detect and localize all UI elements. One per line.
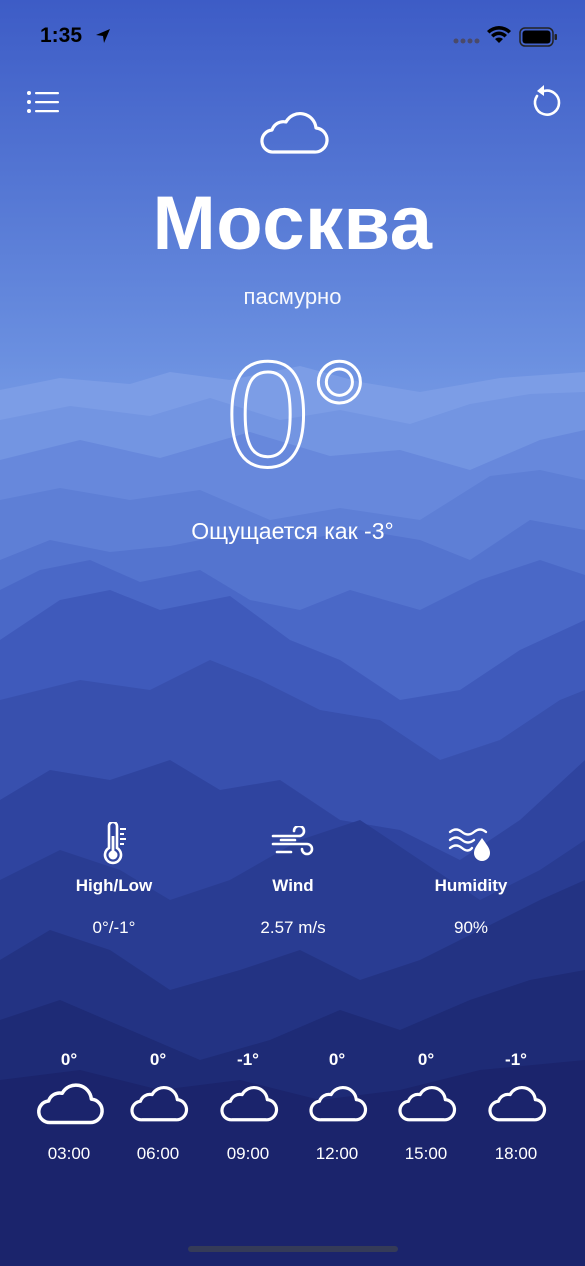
stat-label: High/Low — [75, 876, 153, 895]
wifi-icon — [487, 26, 511, 43]
location-arrow-icon — [96, 29, 110, 43]
weather-stats: High/Low 0°/-1° Wind 2.57 m/s Humidity 9… — [0, 820, 585, 950]
status-time: 1:35 — [40, 24, 83, 47]
stat-wind: Wind 2.57 m/s — [213, 820, 373, 938]
stat-high-low: High/Low 0°/-1° — [34, 820, 194, 938]
status-bar: 1:35 — [0, 0, 585, 74]
cloud-icon — [37, 1083, 104, 1125]
cloud-icon — [488, 1085, 547, 1122]
stat-label: Humidity — [434, 876, 508, 895]
forecast-item: 0° 15:00 — [381, 1050, 471, 1164]
cloud-icon — [260, 112, 329, 154]
home-indicator[interactable] — [188, 1246, 398, 1252]
feels-like: Ощущается как -3° — [191, 518, 394, 544]
hourly-forecast: 0° 03:00 0° 06:00 -1° 09:00 0° 12:00 0° … — [0, 1050, 585, 1170]
humidity-icon — [448, 828, 490, 861]
forecast-item: -1° 09:00 — [203, 1050, 293, 1164]
thermometer-icon — [103, 822, 126, 865]
battery-icon — [519, 27, 557, 47]
list-menu-icon — [27, 91, 59, 113]
forecast-temp: 0° — [417, 1050, 435, 1069]
forecast-time: 03:00 — [47, 1144, 91, 1163]
current-temperature: 0° 0° — [226, 356, 366, 476]
cellular-signal-icon — [453, 38, 480, 44]
temperature-outline-text: 0° — [226, 356, 366, 476]
cloud-icon — [309, 1085, 368, 1122]
stat-label: Wind — [272, 876, 314, 895]
forecast-time: 06:00 — [136, 1144, 180, 1163]
forecast-time: 09:00 — [226, 1144, 270, 1163]
stat-value: 90% — [453, 918, 489, 937]
forecast-item: 0° 12:00 — [292, 1050, 382, 1164]
stat-value: 0°/-1° — [92, 918, 136, 937]
forecast-temp: -1° — [505, 1050, 527, 1069]
cloud-icon — [398, 1085, 457, 1122]
forecast-item: -1° 18:00 — [471, 1050, 561, 1164]
forecast-item: 0° 06:00 — [113, 1050, 203, 1164]
weather-condition-icon — [256, 108, 330, 161]
stat-humidity: Humidity 90% — [391, 820, 551, 938]
refresh-button[interactable] — [524, 82, 564, 122]
forecast-temp: -1° — [237, 1050, 259, 1069]
forecast-temp: 0° — [149, 1050, 167, 1069]
weather-condition: пасмурно — [243, 284, 342, 309]
forecast-time: 18:00 — [494, 1144, 538, 1163]
cloud-icon — [220, 1085, 279, 1122]
menu-button[interactable] — [24, 88, 64, 120]
svg-text:0°: 0° — [226, 356, 366, 476]
cloud-icon — [130, 1085, 189, 1122]
forecast-item: 0° 03:00 — [24, 1050, 114, 1164]
forecast-time: 12:00 — [315, 1144, 359, 1163]
forecast-temp: 0° — [60, 1050, 78, 1069]
forecast-time: 15:00 — [404, 1144, 448, 1163]
wind-icon — [271, 826, 314, 856]
city-name: Москва — [152, 181, 433, 266]
forecast-temp: 0° — [328, 1050, 346, 1069]
refresh-icon — [533, 85, 561, 116]
stat-value: 2.57 m/s — [260, 918, 326, 937]
